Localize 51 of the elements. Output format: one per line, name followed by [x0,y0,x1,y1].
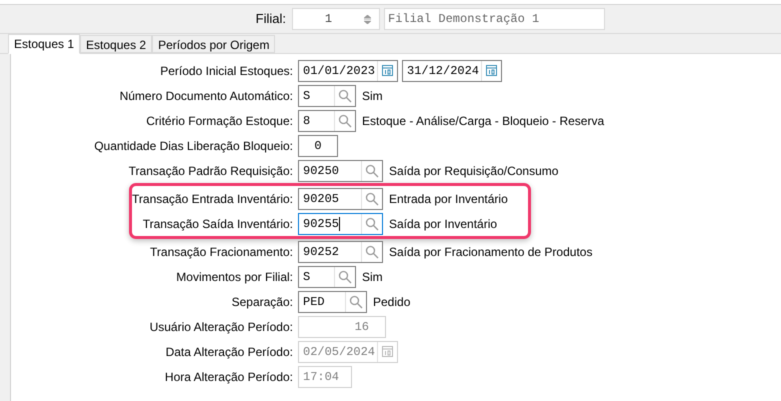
field-label: Transação Entrada Inventário: [132,190,294,208]
field-label: Transação Fracionamento: [149,244,294,260]
field-label: Transação Padrão Requisição: [128,162,294,180]
tab[interactable]: Estoques 1 [8,34,80,54]
lookup-description: Saída por Requisição/Consumo [389,162,558,180]
search-icon[interactable] [338,270,352,284]
calendar-icon [382,346,393,357]
lookup-description: Estoque - Análise/Carga - Bloqueio - Reserva [362,112,604,130]
calendar-icon[interactable] [486,65,497,76]
search-icon[interactable] [365,192,379,206]
lookup-field[interactable]: 90250 [298,160,383,182]
lookup-field[interactable]: 90255 [298,212,383,234]
text-cursor [339,216,340,230]
field-label: Transação Saída Inventário: [142,216,294,232]
date-field[interactable]: 01/01/2023 [298,60,398,82]
lookup-description: Pedido [373,294,410,310]
search-icon[interactable] [365,164,379,178]
search-icon[interactable] [338,88,352,102]
field-label: Critério Formação Estoque: [145,112,294,130]
search-icon[interactable] [365,216,379,230]
lookup-description: Saída por Fracionamento de Produtos [389,244,592,260]
lookup-field[interactable]: 8 [298,110,356,132]
field-label: Separação: [230,294,294,310]
spinner-icon[interactable] [364,14,371,24]
search-icon[interactable] [365,244,379,258]
lookup-field[interactable]: 90205 [298,188,383,210]
lookup-description: Sim [362,88,383,104]
search-icon[interactable] [338,114,352,128]
field-label: Quantidade Dias Liberação Bloqueio: [93,138,294,154]
filial-label: Filial: [254,10,287,28]
lookup-description: Saída por Inventário [389,216,498,232]
lookup-description: Sim [362,268,383,286]
lookup-field[interactable]: 90252 [298,240,383,262]
number-field[interactable]: 0 [298,134,338,156]
lookup-description: Entrada por Inventário [389,190,508,208]
tab[interactable]: Períodos por Origem [152,35,276,53]
lookup-field[interactable]: S [298,84,356,106]
lookup-field[interactable]: S [298,266,356,288]
tab[interactable]: Estoques 2 [80,35,152,53]
field-label: Hora Alteração Período: [164,368,294,386]
field-label: Usuário Alteração Período: [148,318,294,336]
filial-spin-field[interactable]: 1 [292,8,380,30]
calendar-icon[interactable] [382,65,393,76]
filial-description-field: Filial Demonstração 1 [384,8,605,30]
field-label: Período Inicial Estoques: [159,62,294,80]
lookup-field[interactable]: PED [298,290,367,312]
field-label: Movimentos por Filial: [175,268,294,286]
field-label: Data Alteração Período: [164,344,294,360]
date-field[interactable]: 31/12/2024 [402,60,502,82]
search-icon[interactable] [349,294,363,308]
field-label: Número Documento Automático: [118,88,294,104]
